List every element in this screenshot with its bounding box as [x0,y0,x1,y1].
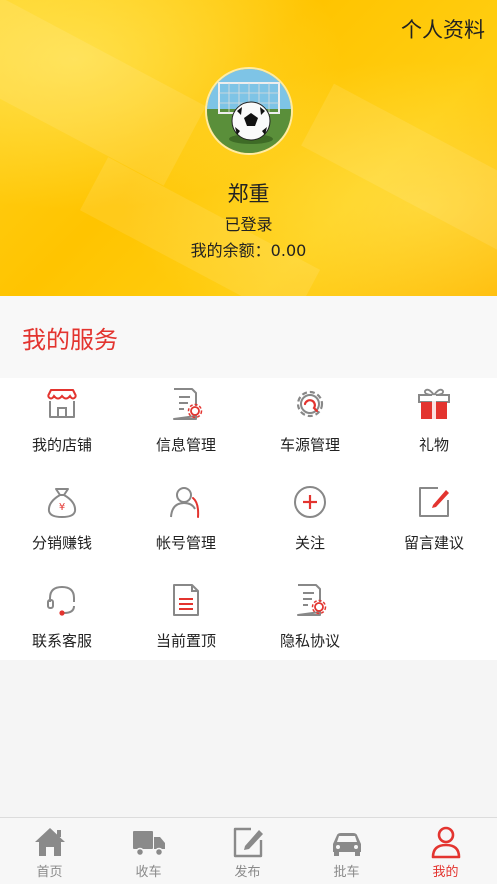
tab-label: 批车 [333,865,360,880]
svg-text:¥: ¥ [59,502,65,513]
service-account-management[interactable]: 帐号管理 [124,480,248,576]
service-label: 车源管理 [279,436,340,454]
service-label: 关注 [294,534,325,552]
tab-label: 发布 [234,865,261,880]
tab-label: 首页 [36,865,63,880]
headset-icon [47,585,75,616]
document-icon [173,584,199,616]
service-label: 当前置顶 [155,632,216,650]
service-gift[interactable]: 礼物 [372,382,496,478]
tab-label: 我的 [432,865,459,880]
soccer-ball-avatar-image [207,69,291,153]
home-icon [35,828,65,856]
car-icon [333,833,361,856]
edit-icon [233,827,263,858]
service-feedback[interactable]: 留言建议 [372,480,496,576]
username: 郑重 [227,182,270,206]
services-header: 我的服务 [0,296,497,378]
tab-mine[interactable]: 我的 [396,818,495,884]
avatar[interactable] [205,67,293,155]
document-settings-icon [297,584,327,616]
truck-icon [133,831,165,857]
service-current-pinned[interactable]: 当前置顶 [124,578,248,674]
service-label: 留言建议 [403,534,464,552]
person-icon [431,826,461,859]
document-settings-icon [173,388,203,420]
service-label: 隐私协议 [279,632,340,650]
service-distribution[interactable]: ¥ 分销赚钱 [0,480,124,576]
service-label: 分销赚钱 [31,534,92,552]
tab-label: 收车 [135,865,162,880]
tab-publish[interactable]: 发布 [198,818,297,884]
login-status: 已登录 [224,215,273,234]
background-decoration [0,0,206,186]
plus-circle-icon [294,486,326,518]
service-privacy-policy[interactable]: 隐私协议 [248,578,372,674]
service-label: 我的店铺 [31,436,92,454]
tab-home[interactable]: 首页 [0,818,99,884]
service-label: 信息管理 [155,436,216,454]
tab-collect-car[interactable]: 收车 [99,818,198,884]
services-grid: 我的店铺 信息管理 车源管理 礼物 ¥ 分销赚钱 帐号管理 关注 留言建议 联系… [0,378,497,660]
profile-link[interactable]: 个人资料 [401,14,485,44]
service-label: 联系客服 [31,632,92,650]
service-label: 礼物 [418,436,449,454]
service-customer-service[interactable]: 联系客服 [0,578,124,674]
service-follow[interactable]: 关注 [248,480,372,576]
service-car-source-management[interactable]: 车源管理 [248,382,372,478]
money-bag-icon: ¥ [47,488,77,519]
service-info-management[interactable]: 信息管理 [124,382,248,478]
service-label: 帐号管理 [155,534,216,552]
user-icon [170,487,200,518]
store-icon [47,389,77,418]
gift-icon [418,388,450,419]
gear-icon [296,390,324,418]
edit-icon [419,487,449,517]
balance-text: 我的余额：0.00 [190,241,307,260]
service-my-store[interactable]: 我的店铺 [0,382,124,478]
tab-wholesale-car[interactable]: 批车 [297,818,396,884]
bottom-tab-bar: 首页 收车 发布 批车 我的 [0,817,497,884]
services-title: 我的服务 [22,326,118,354]
profile-header: 个人资料 郑重 已登录 我的余额：0.00 [0,0,497,296]
